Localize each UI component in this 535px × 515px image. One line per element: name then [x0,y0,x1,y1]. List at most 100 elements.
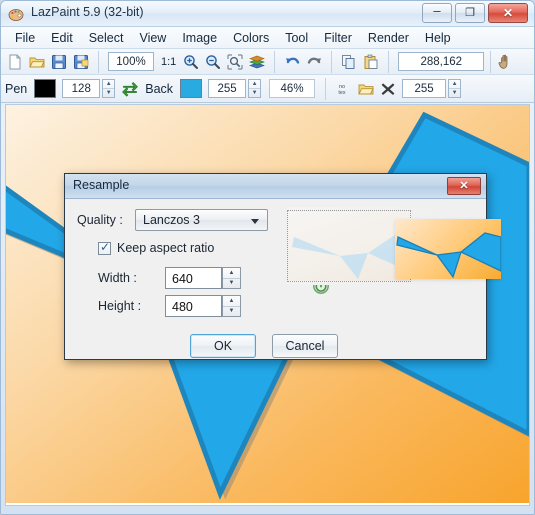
stepper-down-icon[interactable]: ▼ [449,89,460,97]
dialog-close-button[interactable]: ✕ [447,177,481,195]
maximize-button[interactable]: ❐ [455,3,485,23]
swap-colors-icon [122,82,139,97]
paste-button[interactable] [360,51,382,73]
pen-color-swatch[interactable] [34,79,57,98]
menu-item-help[interactable]: Help [417,29,459,47]
save-as-button[interactable] [70,51,92,73]
zoom-level-field[interactable]: 100% [108,52,154,71]
close-icon: ✕ [459,180,469,192]
redo-button[interactable] [303,51,325,73]
quality-label: Quality : [77,213,123,227]
preview-original-artwork [292,233,410,279]
back-alpha-stepper[interactable]: ▲ ▼ [248,79,262,98]
menu-item-file[interactable]: File [7,29,43,47]
new-file-button[interactable] [4,51,26,73]
main-toolbar: 100% 1:1 288,162 [1,49,534,75]
stepper-down-icon[interactable]: ▼ [223,279,240,289]
stepper-down-icon[interactable]: ▼ [103,89,114,97]
pan-tool-button[interactable] [494,51,516,73]
toolbar-separator [274,50,276,73]
pen-label: Pen [5,81,28,96]
menu-bar: File Edit Select View Image Colors Tool … [1,27,534,49]
stepper-up-icon[interactable]: ▲ [449,80,461,89]
zoom-in-button[interactable] [180,51,202,73]
dialog-body: Quality : Lanczos 3 Keep aspect ratio Wi… [65,199,501,359]
texture-alpha-stepper[interactable]: ▲ ▼ [448,79,462,98]
stepper-down-icon[interactable]: ▼ [223,307,240,317]
toolbar-separator [388,50,390,73]
pen-alpha-stepper[interactable]: ▲ ▼ [102,79,116,98]
keep-aspect-ratio-row[interactable]: Keep aspect ratio [98,240,215,255]
zoom-1to1-button[interactable]: 1:1 [157,56,180,68]
height-label: Height : [98,299,142,313]
menu-item-tool[interactable]: Tool [277,29,316,47]
copy-button[interactable] [338,51,360,73]
stepper-up-icon[interactable]: ▲ [223,296,240,307]
paste-icon [364,54,378,69]
zoom-out-icon [206,54,221,69]
no-texture-button[interactable]: no tex [329,78,355,100]
title-bar: LazPaint 5.9 (32-bit) – ❐ ✕ [1,1,534,27]
minimize-button[interactable]: – [422,3,452,23]
back-color-swatch[interactable] [180,79,203,98]
toolbar-separator [98,50,99,73]
load-texture-button[interactable] [355,78,377,100]
menu-item-image[interactable]: Image [174,29,225,47]
color-toolbar: Pen 128 ▲ ▼ Back 255 ▲ ▼ 46% no tex 255 … [1,75,534,103]
keep-aspect-ratio-checkbox[interactable] [98,240,111,255]
menu-item-filter[interactable]: Filter [316,29,360,47]
remove-texture-button[interactable] [377,78,399,100]
stepper-up-icon[interactable]: ▲ [249,80,261,89]
close-icon: ✕ [502,6,514,20]
zoom-in-icon [184,54,199,69]
toolbar-separator [331,50,333,73]
dialog-title-bar: Resample ✕ [65,174,486,199]
save-file-button[interactable] [48,51,70,73]
resample-dialog: Resample ✕ Quality : Lanczos 3 Keep aspe… [64,173,501,360]
paint-palette-icon [8,9,24,21]
keep-aspect-ratio-label: Keep aspect ratio [117,241,215,255]
open-file-button[interactable] [26,51,48,73]
zoom-fit-button[interactable] [224,51,246,73]
swap-colors-button[interactable] [119,78,141,100]
undo-arrow-icon [285,57,299,64]
menu-item-colors[interactable]: Colors [225,29,277,47]
preview-original [287,210,411,282]
back-alpha-field[interactable]: 255 [208,79,247,98]
open-folder-icon [358,84,374,94]
remove-texture-icon [381,82,395,95]
stepper-up-icon[interactable]: ▲ [103,80,115,89]
cancel-button[interactable]: Cancel [272,334,338,358]
redo-arrow-icon [307,57,321,64]
tolerance-field[interactable]: 46% [269,79,316,98]
width-stepper[interactable]: ▲ ▼ [222,267,241,289]
ok-button[interactable]: OK [190,334,256,358]
quality-dropdown[interactable]: Lanczos 3 [135,209,268,231]
back-label: Back [145,81,174,96]
stepper-down-icon[interactable]: ▼ [249,89,260,97]
no-texture-icon: no tex [338,84,345,96]
menu-item-view[interactable]: View [131,29,174,47]
close-button[interactable]: ✕ [488,3,528,23]
menu-item-select[interactable]: Select [81,29,132,47]
texture-alpha-field[interactable]: 255 [402,79,447,98]
window-title: LazPaint 5.9 (32-bit) [31,5,144,19]
zoom-fit-icon [227,53,243,70]
save-disk-icon [52,54,66,69]
menu-item-render[interactable]: Render [360,29,417,47]
image-size-field: 288,162 [398,52,485,71]
height-stepper[interactable]: ▲ ▼ [222,295,241,317]
chevron-down-icon [251,219,259,224]
dialog-title: Resample [73,178,130,192]
height-input[interactable] [165,295,222,317]
copy-icon [342,54,355,69]
menu-item-edit[interactable]: Edit [43,29,81,47]
stepper-up-icon[interactable]: ▲ [223,268,240,279]
application-window: LazPaint 5.9 (32-bit) – ❐ ✕ File Edit Se… [0,0,535,515]
pen-alpha-field[interactable]: 128 [62,79,101,98]
undo-button[interactable] [281,51,303,73]
zoom-out-button[interactable] [202,51,224,73]
layers-button[interactable] [246,51,268,73]
save-as-disk-icon [74,54,89,69]
width-input[interactable] [165,267,222,289]
